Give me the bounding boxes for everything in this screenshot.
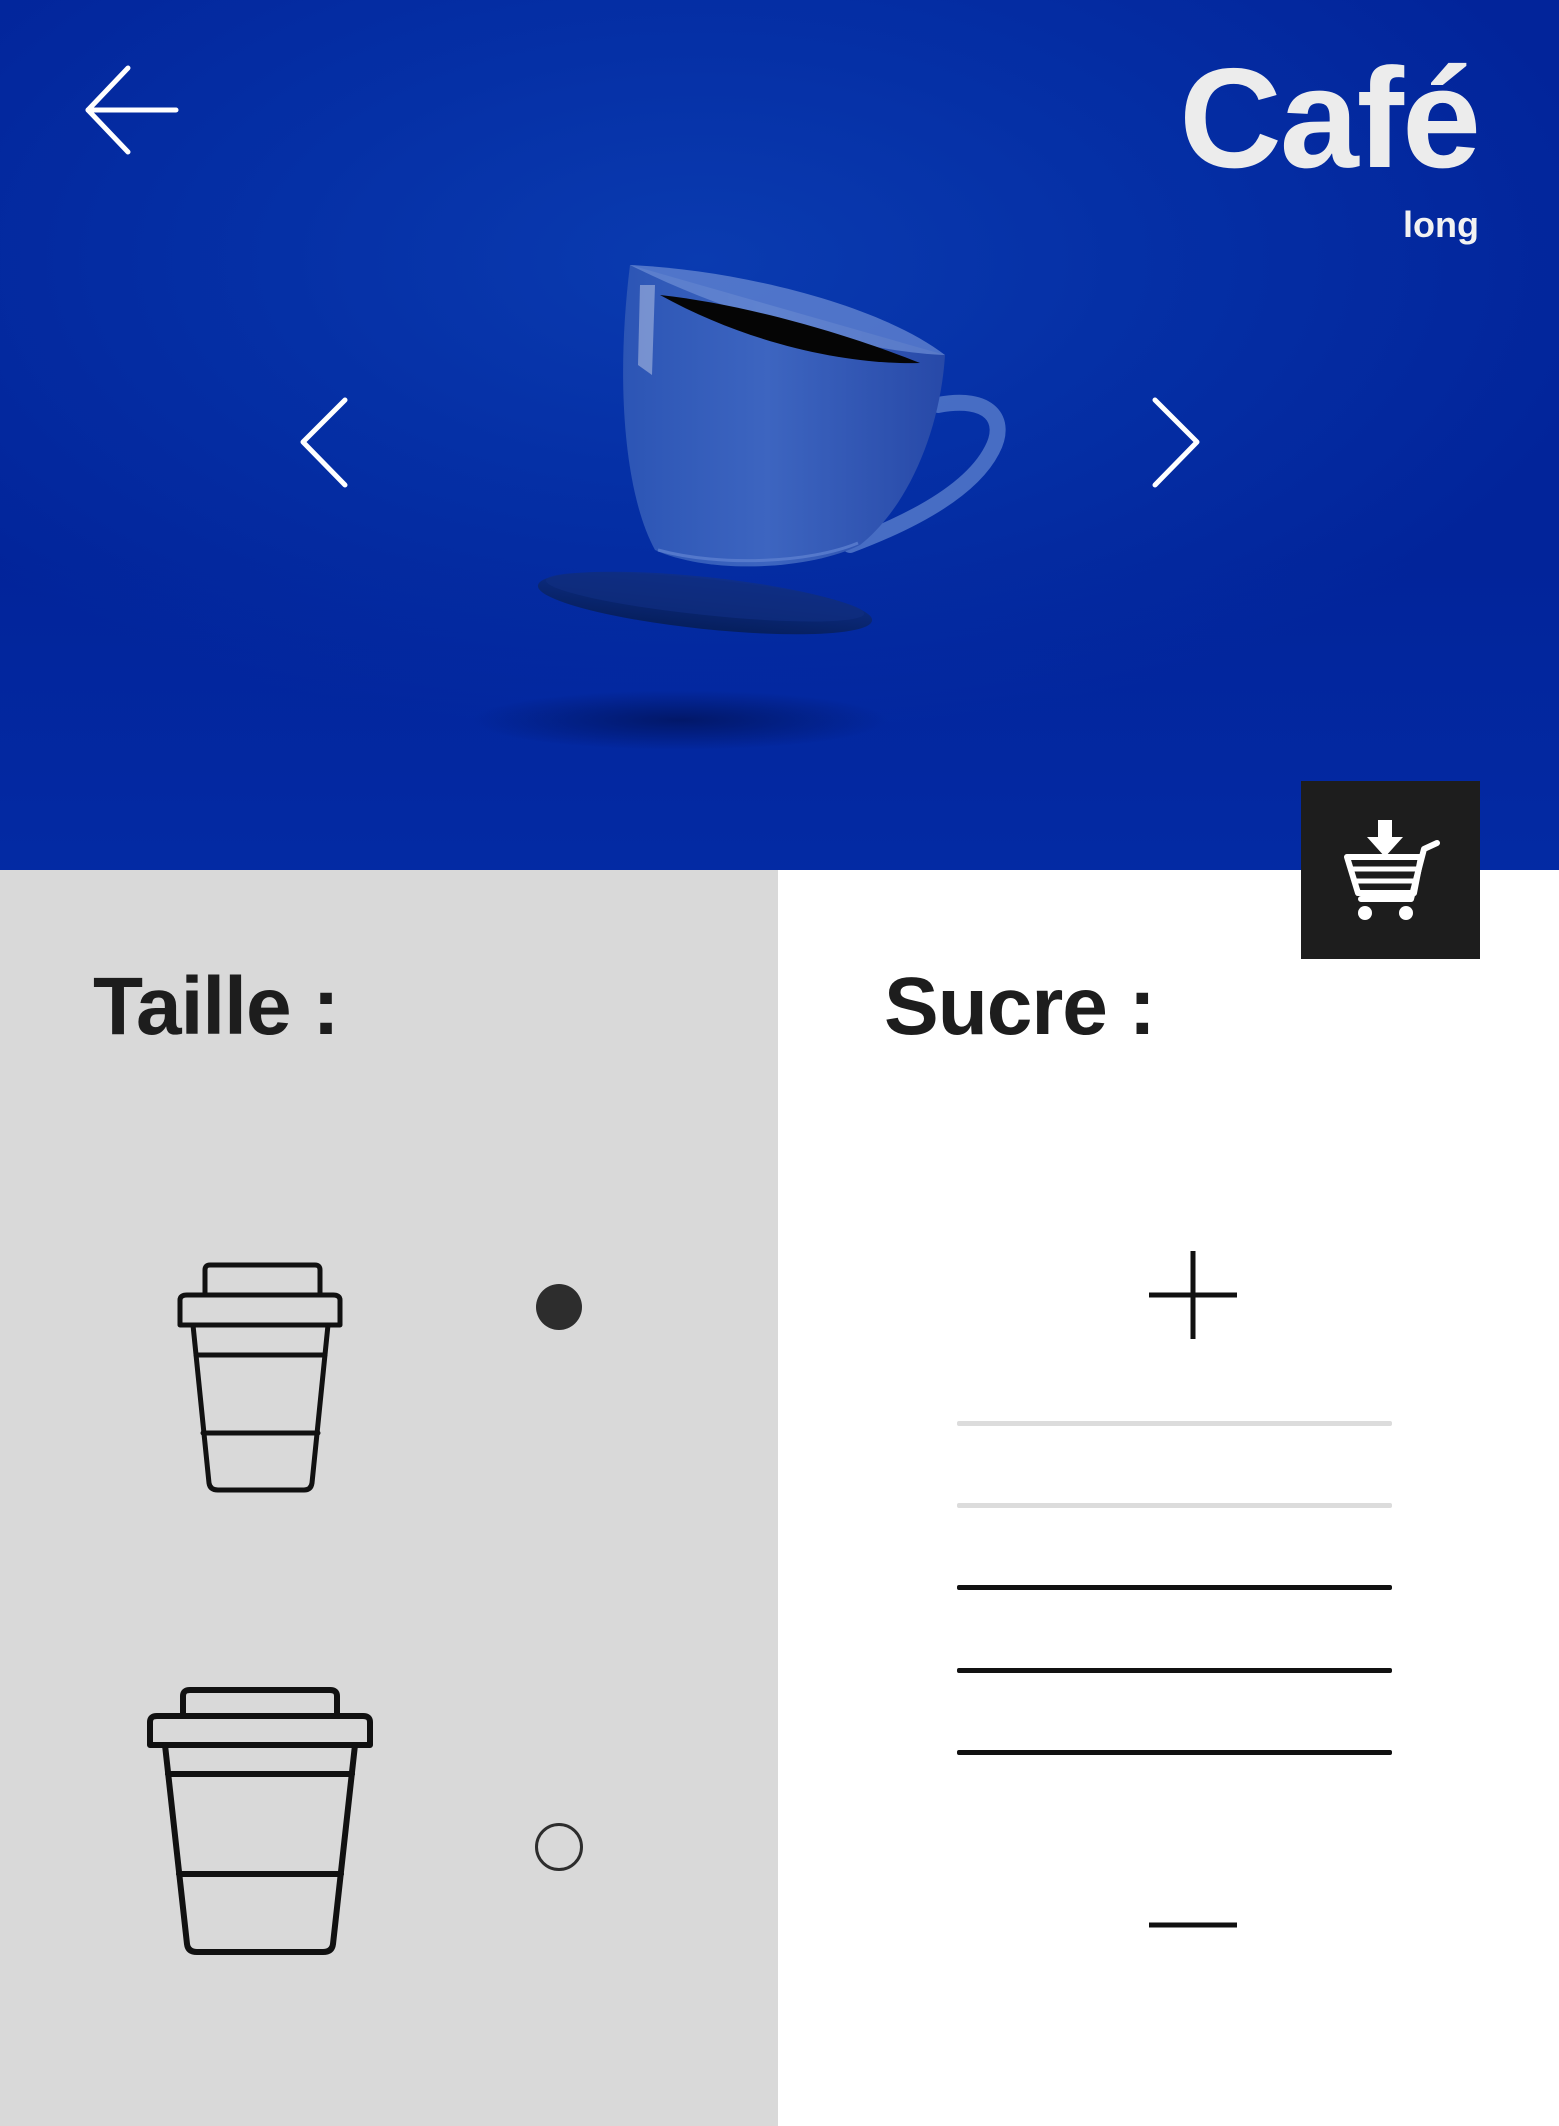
sugar-panel: Sucre :: [778, 870, 1559, 2126]
plus-icon[interactable]: [1128, 1230, 1258, 1360]
minus-icon[interactable]: [1128, 1895, 1258, 1955]
size-title: Taille :: [93, 961, 340, 1052]
sugar-level-bar-1: [957, 1750, 1392, 1755]
add-to-cart-icon: [1343, 820, 1440, 920]
cup-shadow: [470, 690, 890, 750]
size-panel: Taille :: [0, 870, 778, 2126]
arrow-left-icon[interactable]: [80, 60, 180, 160]
sugar-title: Sucre :: [884, 961, 1156, 1052]
sugar-level-bar-2: [957, 1668, 1392, 1673]
small-cup-icon[interactable]: [175, 1200, 345, 1500]
coffee-cup-image: [537, 265, 1006, 635]
size-large-radio[interactable]: [535, 1823, 583, 1871]
sugar-level-bar-5: [957, 1421, 1392, 1426]
add-to-cart-button[interactable]: [1301, 781, 1480, 959]
large-cup-icon[interactable]: [145, 1662, 375, 1962]
hero-banner: Café long: [0, 0, 1559, 870]
product-title: Café: [1179, 39, 1481, 198]
size-small-radio[interactable]: [536, 1284, 582, 1330]
chevron-left-icon[interactable]: [295, 395, 355, 490]
sugar-level-bar-4: [957, 1503, 1392, 1508]
sugar-level-bar-3: [957, 1585, 1392, 1590]
chevron-right-icon[interactable]: [1145, 395, 1205, 490]
product-subtitle: long: [1403, 204, 1479, 245]
